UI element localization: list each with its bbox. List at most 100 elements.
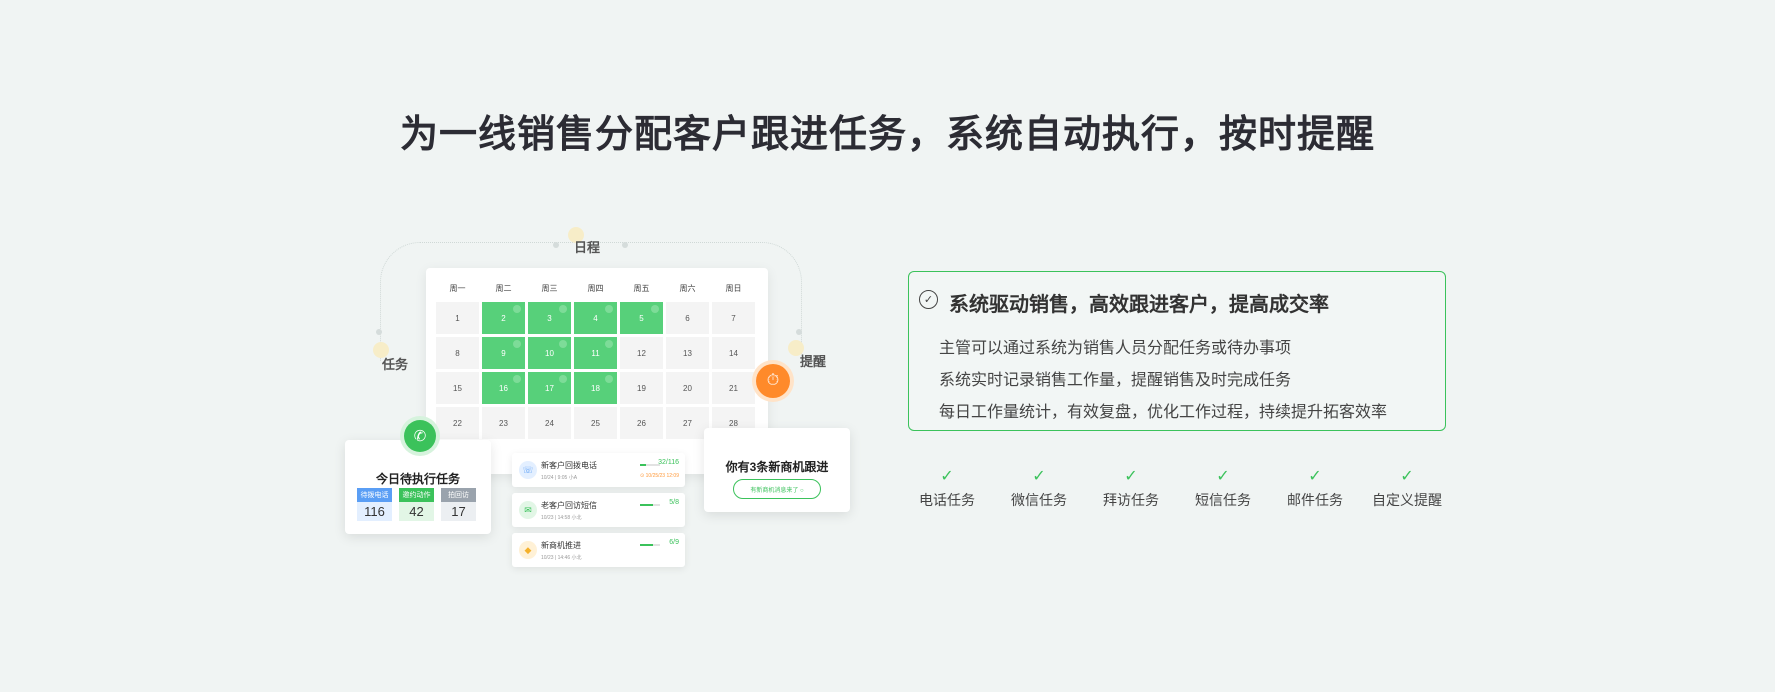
feature-line: 每日工作量统计，有效复盘，优化工作过程，持续提升拓客效率 xyxy=(939,404,1388,421)
calendar-day[interactable]: 13 xyxy=(666,337,709,369)
task-item[interactable]: ✉ 老客户回访短信 10/23 | 14:58 小北 5/8 xyxy=(512,493,685,527)
calendar-day[interactable]: 6 xyxy=(666,302,709,334)
task-type-label: 微信任务 xyxy=(1011,492,1067,508)
calendar-day[interactable]: 15 xyxy=(436,372,479,404)
todo-tags: 待拨电话 邀约动作 拍回访 116 42 17 xyxy=(357,488,476,521)
weekday-label: 周日 xyxy=(725,284,742,293)
calendar-day[interactable]: 19 xyxy=(620,372,663,404)
node-dot xyxy=(376,329,382,335)
calendar-day[interactable]: 1 xyxy=(436,302,479,334)
task-item[interactable]: ◆ 新商机推进 10/23 | 14:46 小北 6/9 xyxy=(512,533,685,567)
calendar-day[interactable]: 8 xyxy=(436,337,479,369)
check-icon: ✓ xyxy=(1124,468,1138,485)
task-type-list: ✓ 电话任务 ✓ 微信任务 ✓ 拜访任务 ✓ 短信任务 ✓ 邮件任务 ✓ 自定义提醒 xyxy=(908,466,1446,510)
feature-line: 系统实时记录销售工作量，提醒销售及时完成任务 xyxy=(939,372,1292,389)
phone-icon: ✆ xyxy=(404,420,436,452)
calendar-day-scheduled[interactable]: 2 xyxy=(482,302,525,334)
weekday-label: 周一 xyxy=(449,284,466,293)
todo-tag-count: 17 xyxy=(441,502,476,521)
task-name: 新客户回拨电话 xyxy=(541,461,597,470)
page-title: 为一线销售分配客户跟进任务，系统自动执行，按时提醒 xyxy=(399,114,1375,156)
calendar-day[interactable]: 14 xyxy=(712,337,755,369)
task-count: 5/8 xyxy=(669,499,679,506)
task-type-item: ✓ 自定义提醒 xyxy=(1368,466,1446,510)
calendar-day-scheduled[interactable]: 11 xyxy=(574,337,617,369)
weekday-label: 周四 xyxy=(587,284,604,293)
check-circle-icon: ✓ xyxy=(919,290,938,309)
task-type-label: 电话任务 xyxy=(919,492,975,508)
task-name: 老客户回访短信 xyxy=(541,501,597,510)
schedule-label: 日程 xyxy=(574,240,601,255)
task-progress-bar xyxy=(640,544,660,546)
task-type-label: 自定义提醒 xyxy=(1372,492,1442,508)
task-count: 32/116 xyxy=(658,459,679,466)
node-dot xyxy=(796,329,802,335)
calendar-day[interactable]: 24 xyxy=(528,407,571,439)
calendar-day-scheduled[interactable]: 17 xyxy=(528,372,571,404)
todo-card: 今日待执行任务 待拨电话 邀约动作 拍回访 116 42 17 xyxy=(345,440,491,534)
check-icon: ✓ xyxy=(1400,468,1414,485)
task-item[interactable]: ☏ 新客户回拨电话 10/24 | 9:05 小A 32/116 ⊙ 10/25/23 … xyxy=(512,453,685,487)
check-icon: ✓ xyxy=(1308,468,1322,485)
task-illustration: 日程 任务 提醒 周一 周二 周三 周四 周五 周六 周日 1 2 3 4 5 6 7 8 9 10 11 12 1… xyxy=(340,227,860,590)
calendar-day[interactable]: 26 xyxy=(620,407,663,439)
task-icon: ◆ xyxy=(519,541,537,559)
task-meta: 10/23 | 14:46 小北 xyxy=(541,555,582,561)
todo-tag-count: 116 xyxy=(357,502,392,521)
calendar-day-scheduled[interactable]: 5 xyxy=(620,302,663,334)
alarm-clock-icon: ⏱ xyxy=(756,364,790,398)
calendar-day-scheduled[interactable]: 3 xyxy=(528,302,571,334)
task-progress-bar xyxy=(640,464,660,466)
task-type-item: ✓ 微信任务 xyxy=(1000,466,1078,510)
calendar-day-scheduled[interactable]: 10 xyxy=(528,337,571,369)
task-type-label: 短信任务 xyxy=(1195,492,1251,508)
task-name: 新商机推进 xyxy=(541,541,581,550)
task-icon: ✉ xyxy=(519,501,537,519)
feature-line: 主管可以通过系统为销售人员分配任务或待办事项 xyxy=(939,340,1292,357)
calendar-day-scheduled[interactable]: 18 xyxy=(574,372,617,404)
alert-card: 你有3条新商机跟进 有新商机消息来了 ○ xyxy=(704,428,850,512)
task-type-item: ✓ 邮件任务 xyxy=(1276,466,1354,510)
task-type-item: ✓ 拜访任务 xyxy=(1092,466,1170,510)
weekday-label: 周六 xyxy=(679,284,696,293)
task-meta: 10/23 | 14:58 小北 xyxy=(541,515,582,521)
feature-box: ✓ 系统驱动销售，高效跟进客户，提高成交率 主管可以通过系统为销售人员分配任务或… xyxy=(908,271,1446,431)
weekday-label: 周三 xyxy=(541,284,558,293)
calendar-day[interactable]: 23 xyxy=(482,407,525,439)
calendar-day-scheduled[interactable]: 9 xyxy=(482,337,525,369)
todo-tag-count: 42 xyxy=(399,502,434,521)
task-progress-bar xyxy=(640,504,660,506)
remind-label: 提醒 xyxy=(800,354,827,369)
check-icon: ✓ xyxy=(940,468,954,485)
node-dot xyxy=(553,242,559,248)
calendar-day[interactable]: 22 xyxy=(436,407,479,439)
calendar-day-scheduled[interactable]: 4 xyxy=(574,302,617,334)
todo-tag-label: 邀约动作 xyxy=(399,488,434,502)
check-icon: ✓ xyxy=(1216,468,1230,485)
task-deadline: ⊙ 10/25/23 12:09 xyxy=(640,473,679,479)
alert-title: 你有3条新商机跟进 xyxy=(725,460,829,474)
task-type-label: 拜访任务 xyxy=(1103,492,1159,508)
weekday-label: 周二 xyxy=(495,284,512,293)
task-type-label: 邮件任务 xyxy=(1287,492,1343,508)
task-icon: ☏ xyxy=(519,461,537,479)
task-label: 任务 xyxy=(382,357,409,372)
calendar-day[interactable]: 27 xyxy=(666,407,709,439)
task-meta: 10/24 | 9:05 小A xyxy=(541,475,578,481)
calendar-day[interactable]: 25 xyxy=(574,407,617,439)
task-count: 6/9 xyxy=(669,539,679,546)
weekday-label: 周五 xyxy=(633,284,650,293)
calendar-day[interactable]: 7 xyxy=(712,302,755,334)
calendar-day[interactable]: 20 xyxy=(666,372,709,404)
todo-tag-label: 待拨电话 xyxy=(357,488,392,502)
task-type-item: ✓ 短信任务 xyxy=(1184,466,1262,510)
task-type-item: ✓ 电话任务 xyxy=(908,466,986,510)
calendar-day-scheduled[interactable]: 16 xyxy=(482,372,525,404)
calendar-day[interactable]: 12 xyxy=(620,337,663,369)
node-dot xyxy=(622,242,628,248)
calendar-day[interactable]: 21 xyxy=(712,372,755,404)
todo-title: 今日待执行任务 xyxy=(375,472,460,486)
alert-button[interactable]: 有新商机消息来了 ○ xyxy=(733,479,821,499)
calendar-weekdays: 周一 周二 周三 周四 周五 周六 周日 xyxy=(436,283,755,294)
check-icon: ✓ xyxy=(1032,468,1046,485)
